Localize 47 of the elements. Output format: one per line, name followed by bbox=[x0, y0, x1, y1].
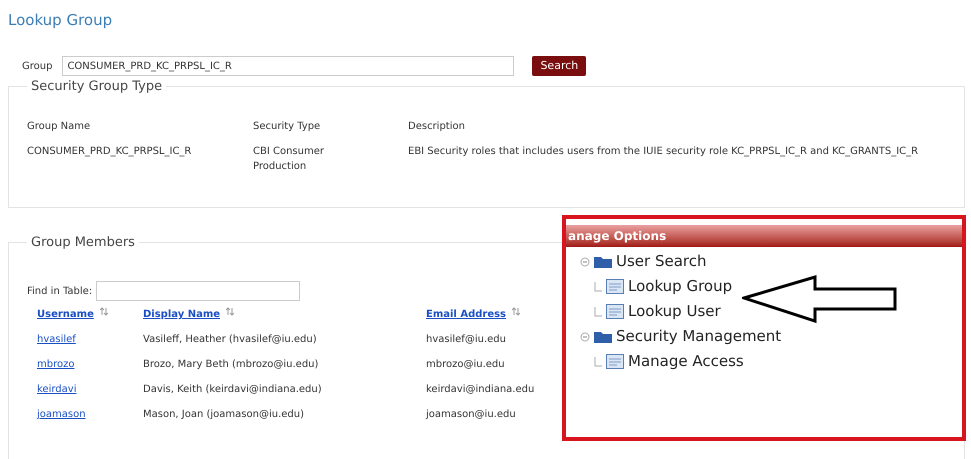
find-in-table-field[interactable] bbox=[96, 281, 300, 301]
table-cell: Davis, Keith (keirdavi@indiana.edu) bbox=[143, 384, 322, 395]
tree-item[interactable]: Lookup Group bbox=[628, 275, 732, 298]
table-cell: Vasileff, Heather (hvasilef@iu.edu) bbox=[143, 334, 317, 345]
column-header-link[interactable]: Email Address bbox=[426, 307, 506, 322]
table-cell: keirdavi@indiana.edu bbox=[426, 384, 534, 395]
table-cell-text: EBI Security roles that includes users from the IUIE security role KC_PRPSL_IC_R and KC_GRANTS_IC_R bbox=[408, 145, 920, 159]
field-label: Group bbox=[22, 60, 52, 74]
sort-icon[interactable] bbox=[512, 307, 520, 316]
page-icon bbox=[606, 304, 624, 319]
table-cell: Mason, Joan (joamason@iu.edu) bbox=[143, 409, 304, 420]
sort-icon[interactable] bbox=[226, 307, 234, 316]
collapse-icon[interactable] bbox=[580, 256, 590, 266]
tree-item[interactable]: Security Management bbox=[616, 325, 782, 348]
column-header: Description bbox=[408, 120, 466, 134]
group-field[interactable]: CONSUMER_PRD_KC_PRPSL_IC_R bbox=[62, 56, 514, 76]
column-header-link[interactable]: Display Name bbox=[143, 307, 220, 322]
tree-item[interactable]: Manage Access bbox=[628, 350, 744, 373]
table-cell: Brozo, Mary Beth (mbrozo@iu.edu) bbox=[143, 359, 318, 370]
tree-item[interactable]: Lookup User bbox=[628, 300, 721, 323]
user-link[interactable]: hvasilef bbox=[37, 334, 76, 345]
panel-header: anage Options bbox=[566, 225, 962, 247]
user-link[interactable]: joamason bbox=[37, 409, 86, 420]
page-title: Lookup Group bbox=[8, 10, 114, 30]
table-cell: hvasilef@iu.edu bbox=[426, 334, 506, 345]
table-cell-text: CBI Consumer Production bbox=[253, 145, 325, 174]
tree-item[interactable]: User Search bbox=[616, 250, 706, 273]
table-cell-text: CONSUMER_PRD_KC_PRPSL_IC_R bbox=[27, 145, 192, 159]
page-icon bbox=[606, 279, 624, 294]
find-label: Find in Table: bbox=[27, 284, 92, 298]
table-cell: mbrozo@iu.edu bbox=[426, 359, 505, 370]
collapse-icon[interactable] bbox=[580, 332, 590, 342]
folder-icon bbox=[594, 330, 612, 343]
tree-connector-icon bbox=[594, 356, 602, 366]
column-header: Group Name bbox=[27, 120, 92, 134]
tree-connector-icon bbox=[594, 282, 602, 292]
page-icon bbox=[606, 354, 624, 369]
column-header-link[interactable]: Username bbox=[37, 307, 94, 322]
arrow-icon bbox=[742, 275, 898, 325]
user-link[interactable]: mbrozo bbox=[37, 359, 74, 370]
tree-connector-icon bbox=[594, 306, 602, 316]
table-cell: joamason@iu.edu bbox=[426, 409, 516, 420]
folder-icon bbox=[594, 255, 612, 268]
search-button[interactable]: Search bbox=[532, 56, 586, 76]
column-header: Security Type bbox=[253, 120, 322, 134]
user-link[interactable]: keirdavi bbox=[37, 384, 76, 395]
sort-icon[interactable] bbox=[100, 307, 108, 316]
